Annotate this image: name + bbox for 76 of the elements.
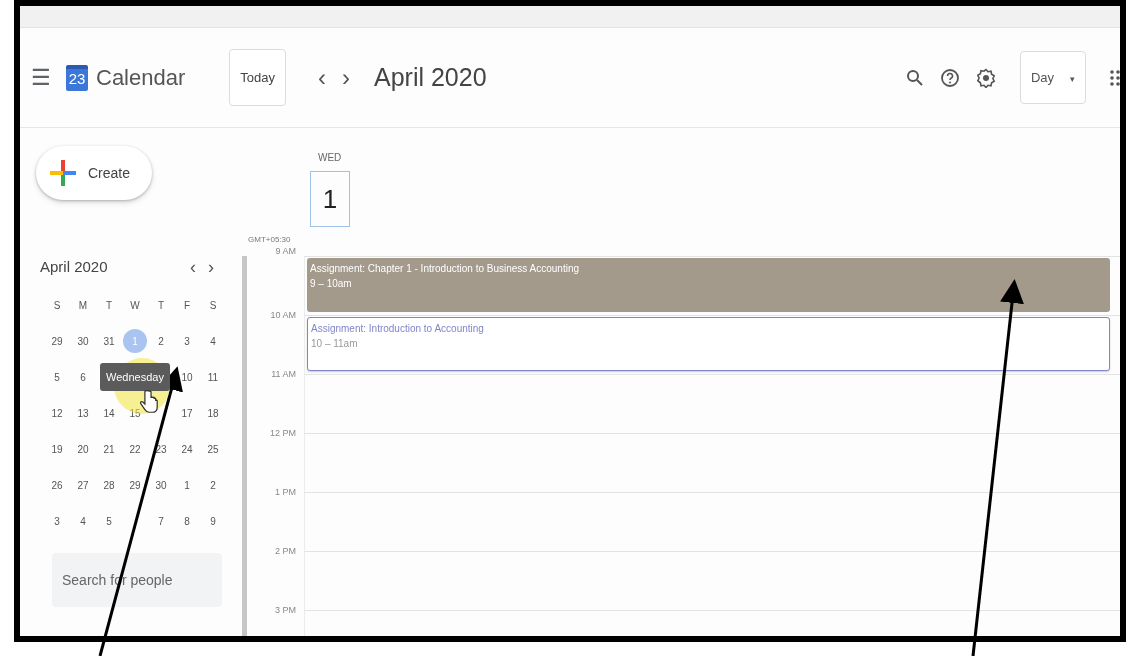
date-cell[interactable]: 11 [201, 365, 225, 389]
date-cell[interactable]: 25 [201, 437, 225, 461]
next-month-button[interactable]: › [202, 254, 220, 281]
date-cell[interactable]: 28 [97, 473, 121, 497]
date-cell[interactable]: 5 [45, 365, 69, 389]
hour-label: 9 AM [275, 246, 296, 256]
settings-icon[interactable] [975, 67, 996, 88]
hour-label: 1 PM [275, 487, 296, 497]
help-icon[interactable] [939, 67, 960, 88]
date-cell[interactable]: 27 [71, 473, 95, 497]
previous-month-button[interactable]: ‹ [184, 254, 202, 281]
date-cell[interactable]: 30 [149, 473, 173, 497]
month-title: April 2020 [40, 257, 108, 278]
date-cell[interactable]: 29 [45, 329, 69, 353]
date-cell[interactable]: 13 [71, 401, 95, 425]
app-name: Calendar [96, 64, 186, 92]
date-cell[interactable]: 3 [175, 329, 199, 353]
date-cell[interactable]: 7 [149, 509, 173, 533]
date-cell[interactable]: 1 [175, 473, 199, 497]
date-cell[interactable]: 18 [201, 401, 225, 425]
date-cell[interactable]: 5 [97, 509, 121, 533]
hand-cursor-icon [140, 390, 158, 414]
weekday-label: T [156, 298, 166, 313]
hour-label: 12 PM [270, 428, 296, 438]
hour-label: 11 AM [271, 369, 296, 379]
weekday-label: T [104, 298, 114, 313]
caret-icon: ▾ [1070, 73, 1075, 84]
date-cell[interactable]: 29 [123, 473, 147, 497]
hour-label: 3 PM [275, 605, 296, 615]
create-button[interactable]: Create [36, 146, 153, 200]
time-slot[interactable] [304, 492, 1120, 551]
apps-icon[interactable] [1110, 69, 1120, 88]
next-button[interactable]: › [334, 59, 358, 96]
date-cell[interactable]: 21 [97, 437, 121, 461]
date-cell[interactable]: 8 [175, 509, 199, 533]
date-cell[interactable]: 30 [71, 329, 95, 353]
date-cell[interactable]: 9 [201, 509, 225, 533]
date-cell[interactable]: 12 [45, 401, 69, 425]
hour-label: 10 AM [270, 310, 296, 320]
previous-button[interactable]: ‹ [310, 59, 334, 96]
period-title: April 2020 [374, 61, 487, 93]
calendar-logo: 23 [66, 64, 88, 91]
weekday-label: F [182, 298, 192, 313]
date-cell[interactable]: 23 [149, 437, 173, 461]
date-cell[interactable]: 22 [123, 437, 147, 461]
date-cell[interactable]: 4 [201, 329, 225, 353]
date-cell[interactable]: 4 [71, 509, 95, 533]
date-cell[interactable]: 20 [71, 437, 95, 461]
date-cell[interactable]: 10 [175, 365, 199, 389]
date-cell[interactable]: 26 [45, 473, 69, 497]
timezone-label: GMT+05:30 [248, 234, 291, 246]
weekday-label: S [208, 298, 218, 313]
weekday-label: W [129, 298, 141, 313]
date-cell[interactable]: 3 [45, 509, 69, 533]
date-cell[interactable]: 6 [71, 365, 95, 389]
tooltip: Wednesday [100, 362, 170, 392]
date-cell[interactable]: 2 [201, 473, 225, 497]
date-cell[interactable]: 19 [45, 437, 69, 461]
plus-icon [50, 160, 76, 186]
date-cell[interactable]: 24 [175, 437, 199, 461]
weekday-label: M [77, 298, 89, 313]
time-slot[interactable] [304, 433, 1120, 492]
weekday-label: WED [318, 151, 343, 165]
time-slot[interactable] [304, 374, 1120, 433]
date-cell[interactable]: 17 [175, 401, 199, 425]
today-button[interactable]: Today [229, 48, 286, 107]
date-cell[interactable]: 2 [149, 329, 173, 353]
date-number[interactable]: 1 [310, 171, 350, 227]
hour-label: 2 PM [275, 546, 296, 556]
weekday-label: S [52, 298, 62, 313]
date-cell[interactable]: 14 [97, 401, 121, 425]
search-icon[interactable] [905, 68, 924, 87]
date-cell[interactable]: 31 [97, 329, 121, 353]
time-slot[interactable] [304, 551, 1120, 610]
view-dropdown[interactable]: Day ▾ [1019, 50, 1086, 105]
menu-button[interactable]: ☰ [26, 61, 56, 94]
